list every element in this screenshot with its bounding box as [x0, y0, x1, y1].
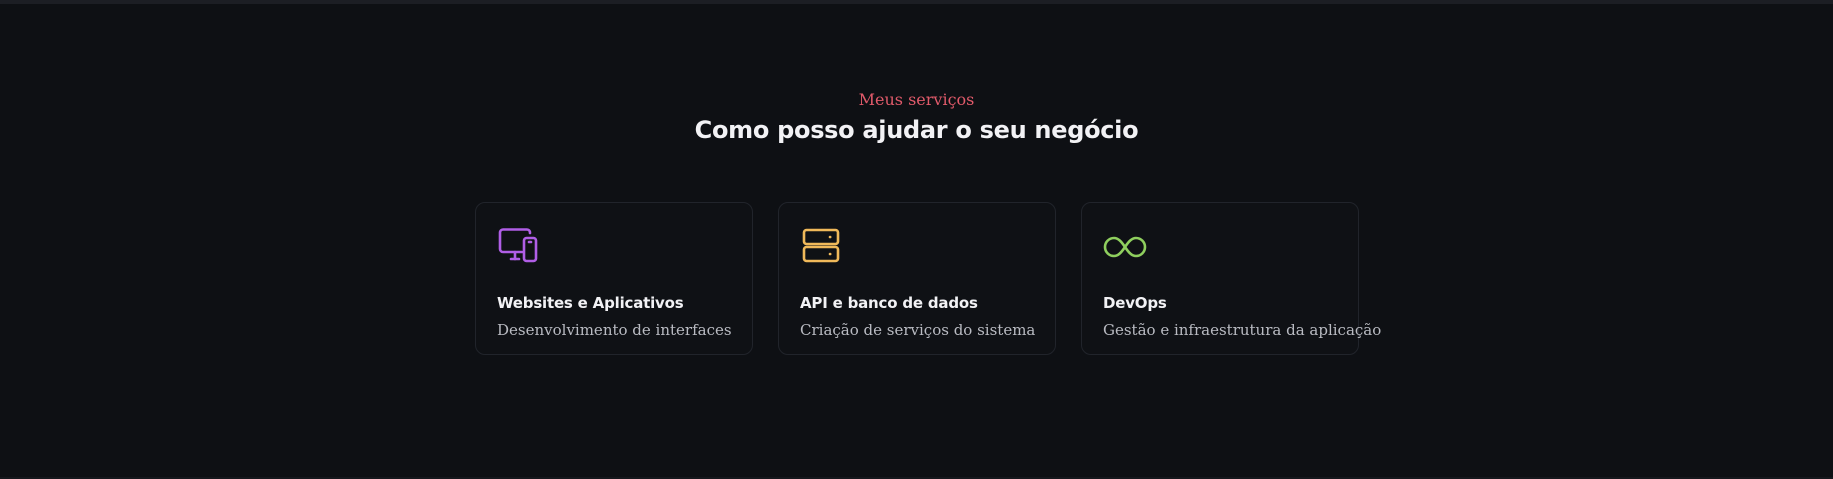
section-heading: Como posso ajudar o seu negócio: [694, 116, 1139, 144]
service-title: Websites e Aplicativos: [497, 294, 684, 312]
section-eyebrow: Meus serviços: [858, 90, 975, 109]
service-card-devops: DevOps Gestão e infraestrutura da aplica…: [1081, 202, 1381, 355]
service-description: Desenvolvimento de interfaces: [497, 321, 732, 339]
server-icon: [802, 228, 840, 263]
service-description: Criação de serviços do sistema: [800, 321, 1036, 339]
services-cards: Websites e Aplicativos Desenvolvimento d…: [475, 202, 1381, 355]
service-card-api: API e banco de dados Criação de serviços…: [778, 202, 1056, 355]
service-description: Gestão e infraestrutura da aplicação: [1103, 321, 1382, 339]
service-title: DevOps: [1103, 294, 1167, 312]
service-title: API e banco de dados: [800, 294, 978, 312]
services-section: Meus serviços Como posso ajudar o seu ne…: [0, 0, 1833, 479]
devices-icon: [498, 228, 538, 263]
service-card-websites: Websites e Aplicativos Desenvolvimento d…: [475, 202, 753, 355]
infinity-icon: [1103, 236, 1147, 258]
